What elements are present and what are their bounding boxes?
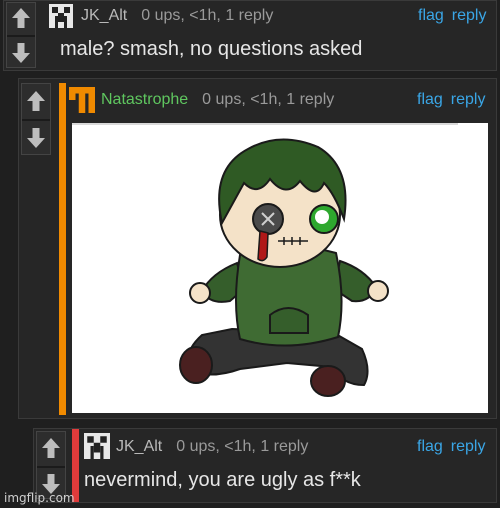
flag-link[interactable]: flag — [418, 7, 444, 24]
vote-divider — [22, 119, 50, 121]
reply-link[interactable]: reply — [451, 91, 486, 108]
comment-accent-bar — [59, 83, 66, 415]
downvote-icon[interactable] — [22, 124, 50, 152]
meta-text: 0 ups, <1h, 1 reply — [202, 91, 335, 108]
vote-box — [6, 2, 36, 68]
username[interactable]: JK_Alt — [116, 438, 162, 455]
upvote-icon[interactable] — [37, 434, 65, 462]
comment-actions: flag reply — [417, 91, 485, 109]
reply-link[interactable]: reply — [451, 438, 486, 455]
comment-text: male? smash, no questions asked — [60, 38, 363, 60]
comment-1: JK_Alt 0 ups, <1h, 1 reply flag reply male… — [3, 0, 497, 71]
comment-actions: flag reply — [418, 7, 486, 25]
comment-actions: flag reply — [417, 438, 485, 456]
vote-box — [36, 431, 66, 499]
attached-image[interactable] — [72, 123, 488, 413]
meta-text: 0 ups, <1h, 1 reply — [141, 7, 274, 24]
username[interactable]: Natastrophe — [101, 91, 188, 108]
flag-link[interactable]: flag — [417, 438, 443, 455]
flag-link[interactable]: flag — [417, 91, 443, 108]
comment-meta: JK_Alt 0 ups, <1h, 1 reply — [81, 7, 273, 25]
pixel-creeper-avatar-icon[interactable] — [49, 4, 73, 28]
orange-pixel-avatar-icon[interactable] — [69, 87, 95, 113]
upvote-icon[interactable] — [22, 87, 50, 115]
vote-divider — [37, 466, 65, 468]
comment-2: Natastrophe 0 ups, <1h, 1 reply flag reply — [18, 78, 497, 419]
meta-text: 0 ups, <1h, 1 reply — [176, 438, 309, 455]
reply-link[interactable]: reply — [452, 7, 487, 24]
vote-divider — [7, 35, 35, 37]
comment-meta: JK_Alt 0 ups, <1h, 1 reply — [116, 438, 308, 456]
upvote-icon[interactable] — [7, 4, 35, 32]
username[interactable]: JK_Alt — [81, 7, 127, 24]
pixel-creeper-avatar-icon[interactable] — [84, 433, 110, 459]
chibi-character-image — [179, 138, 389, 397]
comment-meta: Natastrophe 0 ups, <1h, 1 reply — [101, 91, 334, 109]
downvote-icon[interactable] — [7, 39, 35, 67]
comment-3: JK_Alt 0 ups, <1h, 1 reply flag reply neve… — [33, 428, 497, 503]
comment-text: nevermind, you are ugly as f**k — [84, 469, 361, 491]
imgflip-watermark: imgflip.com — [4, 491, 75, 505]
vote-box — [21, 83, 51, 155]
